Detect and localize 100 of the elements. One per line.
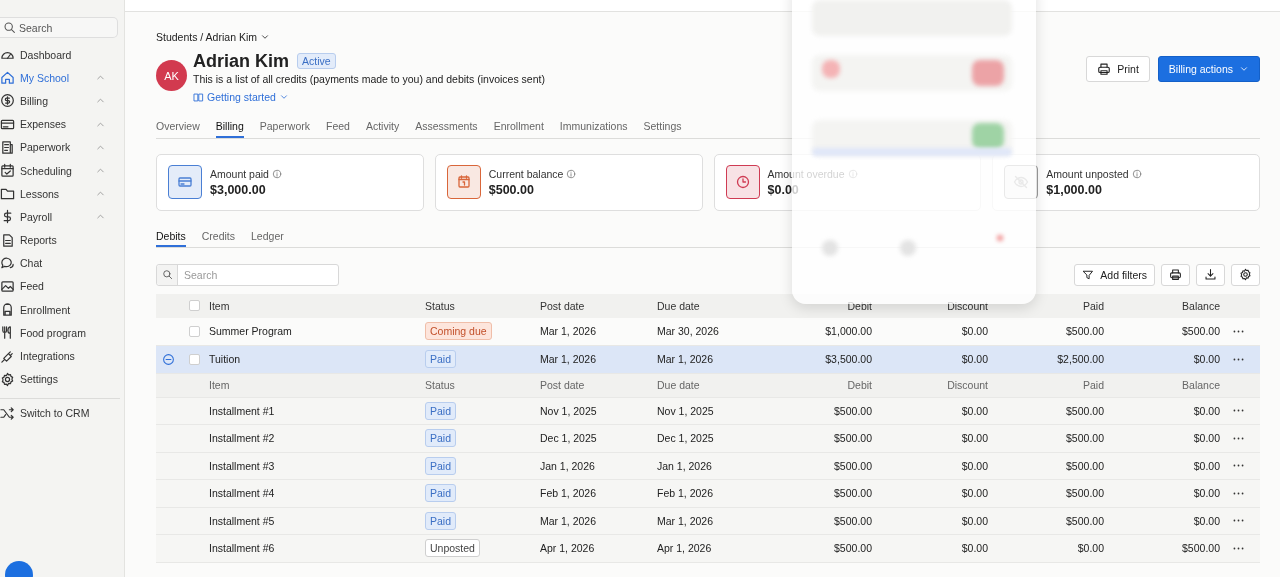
image-icon	[0, 278, 15, 294]
sidebar-item[interactable]: Settings	[0, 367, 124, 391]
stat-value: $3,000.00	[210, 182, 267, 197]
date-cell: Jan 1, 2026	[657, 459, 712, 472]
status-badge: Active	[297, 53, 336, 69]
sidebar-item[interactable]: Dashboard	[0, 43, 124, 67]
amount-cell: $500.00	[834, 514, 872, 527]
item-name: Installment #3	[209, 459, 275, 472]
switch-crm-link[interactable]: Switch to CRM	[0, 401, 124, 425]
item-name: Installment #6	[209, 542, 275, 555]
item-name: Installment #1	[209, 404, 275, 417]
item-name: Installment #4	[209, 487, 275, 500]
printer-icon	[1169, 268, 1182, 281]
column-header: Balance	[1182, 299, 1220, 312]
date-cell: Nov 1, 2025	[540, 404, 597, 417]
date-cell: Jan 1, 2026	[540, 459, 595, 472]
tab[interactable]: Overview	[156, 117, 200, 138]
column-header: Post date	[540, 299, 585, 312]
tab[interactable]: Assessments	[415, 117, 478, 138]
amount-cell: $0.00	[961, 404, 988, 417]
checkbox[interactable]	[189, 325, 200, 337]
shuffle-icon	[0, 405, 15, 421]
tab[interactable]: Ledger	[251, 227, 284, 247]
search-field[interactable]: Search	[0, 17, 118, 38]
amount-cell: $500.00	[1182, 325, 1220, 337]
calendar-icon	[455, 174, 472, 190]
amount-cell: $500.00	[1182, 542, 1220, 555]
sidebar-item[interactable]: Integrations	[0, 344, 124, 368]
date-cell: Feb 1, 2026	[540, 487, 597, 500]
sidebar-item[interactable]: Expenses	[0, 112, 124, 136]
book-icon	[193, 91, 204, 103]
column-header: Post date	[540, 379, 585, 391]
date-cell: Mar 1, 2026	[657, 514, 714, 527]
column-header: Debit	[847, 299, 872, 312]
tab[interactable]: Enrollment	[493, 117, 544, 138]
add-filters-button[interactable]: Add filters	[1074, 263, 1155, 286]
download-button[interactable]	[1196, 263, 1225, 286]
amount-cell: $0.00	[1193, 404, 1220, 417]
tab[interactable]: Debits	[156, 227, 186, 247]
sidebar-item[interactable]: My School	[0, 66, 124, 90]
date-cell: Mar 1, 2026	[540, 325, 597, 337]
billing-actions-button[interactable]: Billing actions	[1157, 56, 1260, 82]
settings-button[interactable]	[1231, 263, 1260, 286]
tab[interactable]: Immunizations	[559, 117, 628, 138]
page-description: This is a list of all credits (payments made to you) and debits (invoices sent)	[193, 73, 546, 85]
stat-value: $0.00	[767, 182, 800, 197]
sidebar-item[interactable]: Lessons	[0, 182, 124, 206]
amount-cell: $0.00	[961, 514, 988, 527]
student-name: Adrian Kim	[193, 50, 289, 72]
amount-cell: $0.00	[1193, 459, 1220, 472]
avatar: AK	[156, 60, 187, 91]
stat-value: $1,000.00	[1046, 182, 1103, 197]
column-header: Status	[425, 299, 455, 312]
sidebar-item[interactable]: Scheduling	[0, 158, 124, 183]
checkbox[interactable]	[189, 353, 200, 365]
amount-cell: $0.00	[1193, 487, 1220, 500]
tab[interactable]: Credits	[201, 227, 236, 247]
collapse-icon[interactable]	[162, 352, 175, 366]
status-badge: Paid	[425, 350, 456, 368]
amount-cell: $2,500.00	[1057, 353, 1104, 365]
amount-cell: $0.00	[1193, 514, 1220, 527]
folder-icon	[0, 186, 15, 202]
amount-cell: $0.00	[1193, 432, 1220, 445]
item-name: Summer Program	[209, 325, 292, 337]
column-header: Due date	[657, 379, 700, 391]
sidebar-item[interactable]: Reports	[0, 228, 124, 252]
column-header: Paid	[1083, 299, 1104, 312]
status-badge: Paid	[425, 484, 456, 503]
getting-started-link[interactable]: Getting started	[193, 91, 289, 103]
sidebar-item[interactable]: Food program	[0, 321, 124, 345]
tab[interactable]: Settings	[643, 117, 682, 138]
print-button[interactable]: Print	[1086, 56, 1150, 82]
item-name: Installment #5	[209, 514, 275, 527]
sidebar-item[interactable]: Billing	[0, 89, 124, 113]
sidebar-item[interactable]: Payroll	[0, 205, 124, 229]
sidebar-item[interactable]: Paperwork	[0, 135, 124, 159]
date-cell: Mar 1, 2026	[540, 514, 597, 527]
search-field[interactable]: Search	[156, 263, 339, 286]
caret-icon	[278, 92, 289, 102]
tab[interactable]: Activity	[365, 117, 400, 138]
status-badge: Paid	[425, 429, 456, 448]
dollar-circle-icon	[0, 93, 15, 109]
print-button[interactable]	[1161, 263, 1190, 286]
tab[interactable]: Feed	[326, 117, 350, 138]
sidebar-item[interactable]: Feed	[0, 274, 124, 299]
amount-cell: $0.00	[961, 325, 988, 337]
filter-icon	[1082, 268, 1095, 281]
breadcrumb[interactable]: Students / Adrian Kim	[156, 31, 257, 43]
amount-cell: $500.00	[834, 404, 872, 417]
amount-cell: $3,500.00	[825, 353, 872, 365]
sidebar-item[interactable]: Chat	[0, 251, 124, 275]
sidebar-item[interactable]: Enrollment	[0, 298, 124, 322]
amount-cell: $500.00	[834, 459, 872, 472]
calendar-icon	[0, 163, 15, 179]
checkbox[interactable]	[189, 300, 200, 311]
amount-cell: $500.00	[1066, 325, 1104, 337]
amount-cell: $500.00	[1066, 404, 1104, 417]
tab[interactable]: Paperwork	[259, 117, 310, 138]
caret-icon	[260, 32, 270, 42]
tab[interactable]: Billing	[215, 117, 244, 138]
